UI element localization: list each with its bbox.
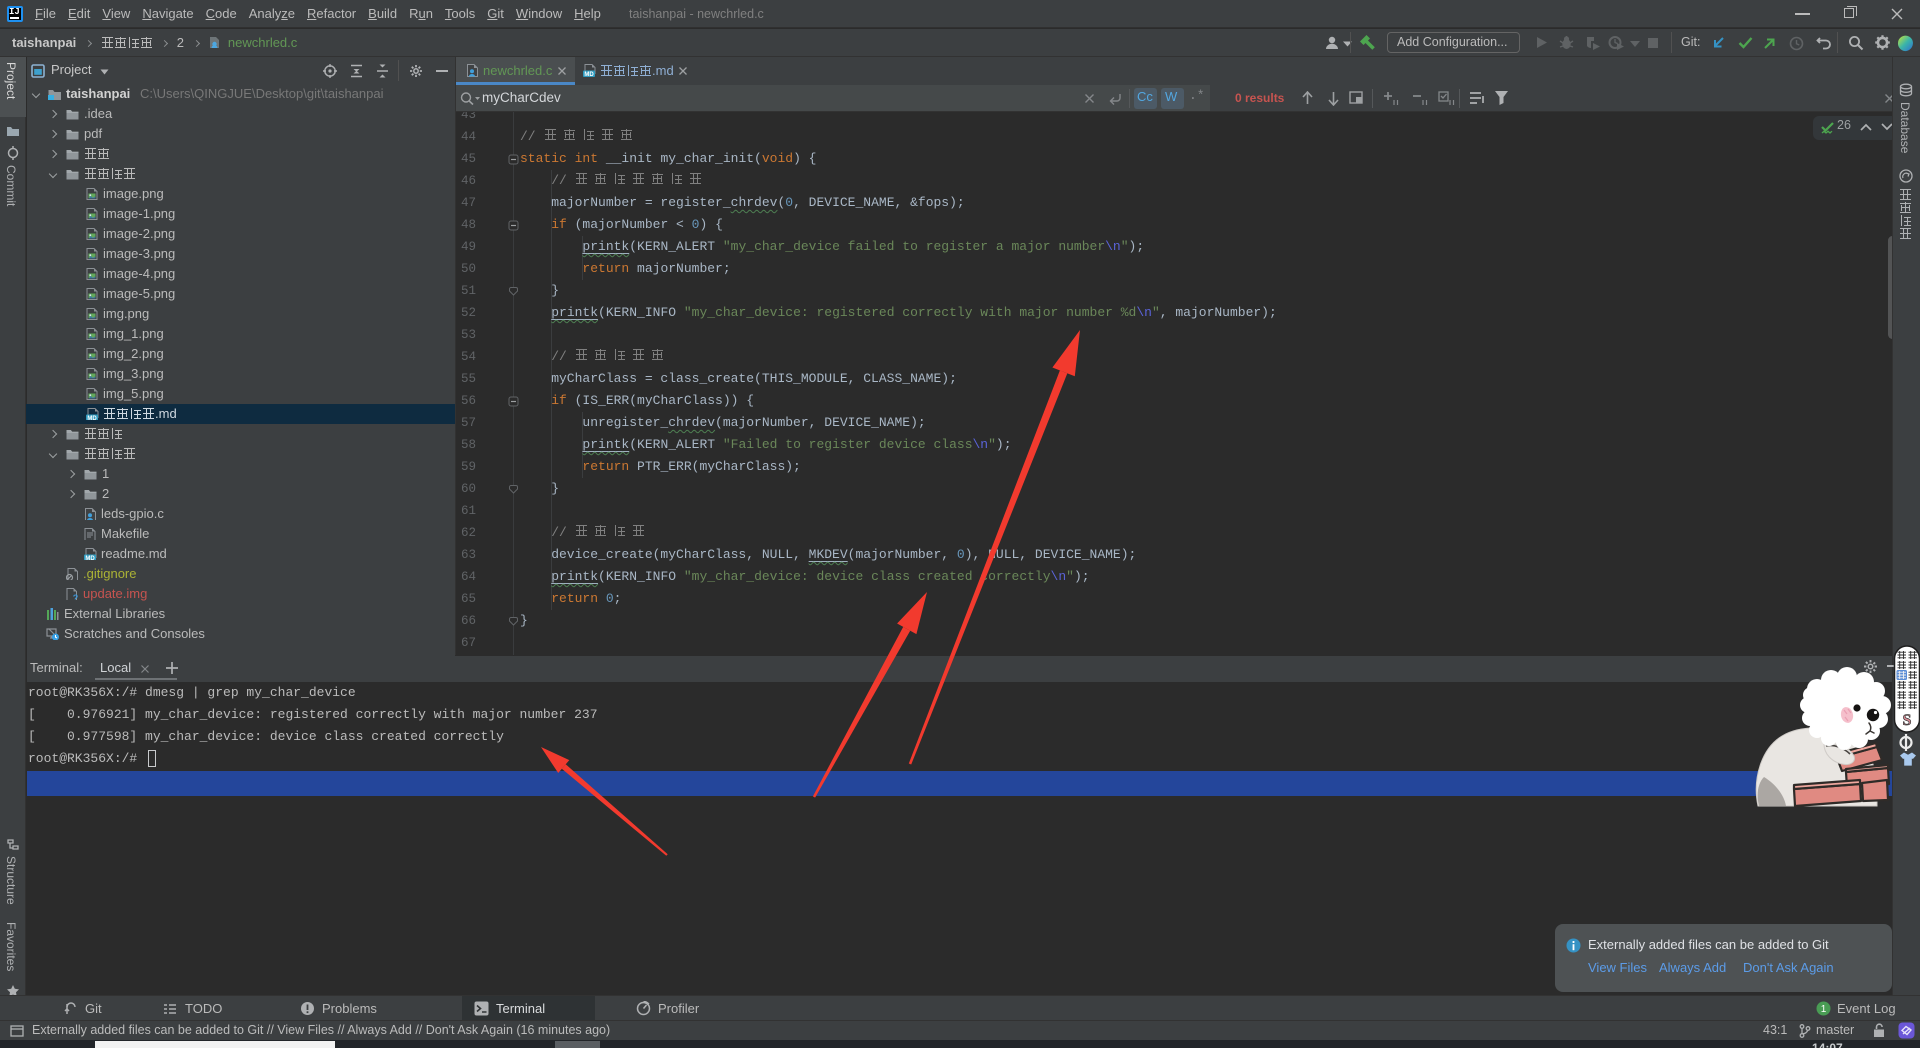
svg-text:MD: MD bbox=[85, 556, 95, 560]
svg-text:MD: MD bbox=[584, 72, 594, 78]
svg-text:1: 1 bbox=[1821, 1004, 1827, 1015]
svg-text:?: ? bbox=[73, 593, 79, 600]
svg-text:MD: MD bbox=[87, 416, 97, 420]
